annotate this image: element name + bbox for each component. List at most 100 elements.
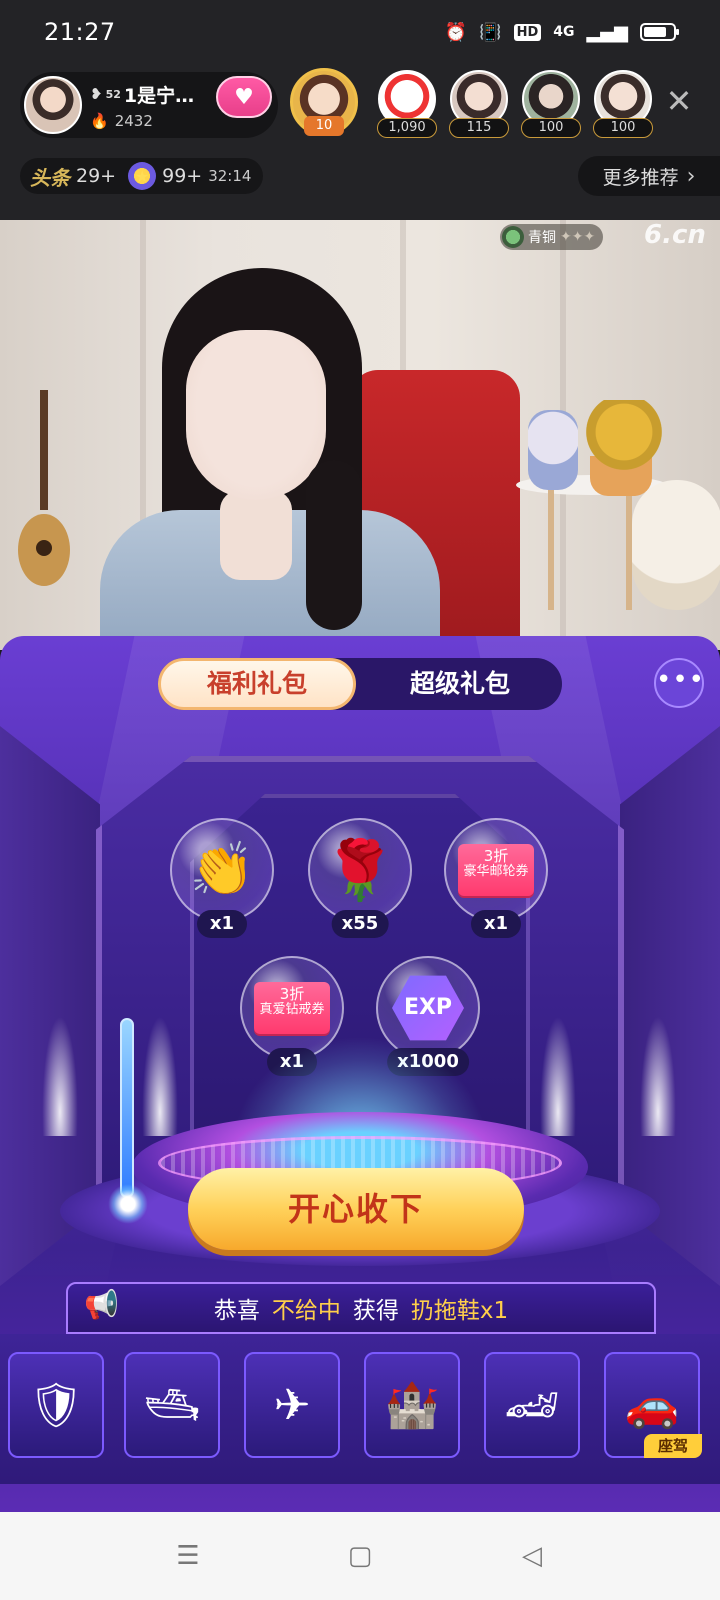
host-info: ❥ 52 1是宁… 🔥 2432	[90, 81, 194, 130]
audience-count: 100	[593, 118, 653, 138]
chevron-right-icon: ›	[686, 163, 696, 189]
showcase-card[interactable]: 🛡	[8, 1352, 104, 1458]
follow-button[interactable]: ♥	[216, 76, 272, 118]
congrats-item: 扔拖鞋x1	[410, 1298, 509, 1324]
energy-gauge	[120, 1018, 134, 1198]
headline-count: 29+	[76, 165, 117, 187]
streamer-face	[186, 330, 326, 500]
live-timer: 32:14	[208, 167, 252, 185]
streamer-neck	[220, 490, 292, 580]
more-recommend-label: 更多推荐	[602, 166, 679, 189]
red-sportscar-icon: 🏎	[504, 1380, 560, 1431]
rank-badge-value: 10	[304, 116, 344, 136]
host-avatar[interactable]	[24, 76, 82, 134]
showcase-card[interactable]: ✈	[244, 1352, 340, 1458]
gift-item[interactable]: 🌹 x55	[308, 818, 412, 954]
table-leg	[548, 490, 554, 610]
clapping-hands-icon: 👏	[189, 840, 255, 900]
gift-item[interactable]: 👏 x1	[170, 818, 274, 954]
heart-icon: ♥	[234, 84, 254, 110]
coupon-label: 真爱钻戒券	[259, 1002, 325, 1017]
package-tabs: 福利礼包 超级礼包	[158, 658, 562, 710]
tab-welfare-package[interactable]: 福利礼包	[158, 658, 356, 710]
spotlight	[142, 1016, 178, 1136]
gift-item[interactable]: 3折 豪华邮轮券 x1	[444, 818, 548, 954]
showcase-card[interactable]: 🏰	[364, 1352, 460, 1458]
level-icon: ❥	[90, 85, 103, 103]
network-label: 4G	[553, 24, 575, 40]
congrats-verb: 获得	[352, 1298, 399, 1324]
gift-bubble: 👏	[170, 818, 274, 922]
showcase-card[interactable]: 🛥	[124, 1352, 220, 1458]
coupon-discount: 3折	[483, 847, 509, 865]
plant	[584, 400, 664, 480]
rabbit-toy	[528, 410, 578, 490]
host-level: 52	[105, 87, 121, 101]
coupon-label: 豪华邮轮券	[463, 864, 529, 879]
showcase-card[interactable]: 🏎	[484, 1352, 580, 1458]
close-icon[interactable]: ✕	[662, 84, 696, 118]
plush-toy	[632, 480, 720, 610]
tag-pill[interactable]: 头条 29+ ★ 99+ 32:14	[20, 158, 264, 194]
showcase-card[interactable]: 🚗 座驾	[604, 1352, 702, 1458]
tab-super-package[interactable]: 超级礼包	[358, 658, 562, 710]
rose-icon: 🌹	[323, 836, 397, 904]
cruise-coupon-icon: 3折 豪华邮轮券	[458, 844, 534, 896]
gift-bubble: 3折 豪华邮轮券	[444, 818, 548, 922]
spotlight	[42, 1016, 78, 1136]
rank-stars-icon: ✦✦✦	[560, 229, 596, 245]
guitar-image	[18, 390, 70, 586]
airplane-icon: ✈	[273, 1379, 311, 1431]
anchor-rank: 青铜	[528, 230, 556, 246]
star-count: 99+	[162, 165, 203, 187]
status-icons: ⏰ 📳 HD 4G ▂▄▆	[445, 21, 679, 43]
signal-icon: ▂▄▆	[586, 21, 628, 43]
congrats-banner: 恭喜 不给中 获得 扔拖鞋x1	[66, 1282, 656, 1334]
back-icon[interactable]: ◁	[514, 1538, 550, 1574]
energy-gauge-glow	[108, 1184, 148, 1224]
spotlight	[540, 1016, 576, 1136]
host-heat-row: 🔥 2432	[90, 112, 194, 130]
mount-tag: 座驾	[644, 1434, 702, 1458]
status-time: 21:27	[44, 18, 116, 46]
menu-icon[interactable]: ☰	[170, 1538, 206, 1574]
more-options-button[interactable]: •••	[654, 658, 704, 708]
gift-quantity: x1	[197, 910, 247, 938]
vibrate-icon: 📳	[479, 21, 502, 43]
more-recommend-button[interactable]: 更多推荐 ›	[578, 156, 720, 196]
exp-gem-icon: EXP	[392, 975, 464, 1041]
yacht-icon: 🛥	[144, 1380, 200, 1431]
flame-icon: 🔥	[90, 111, 109, 130]
host-name-row: ❥ 52 1是宁…	[90, 81, 194, 108]
home-icon[interactable]: ▢	[342, 1538, 378, 1574]
gift-quantity: x55	[331, 910, 389, 938]
megaphone-icon: 📢	[84, 1288, 119, 1321]
live-header: ❥ 52 1是宁… 🔥 2432 ♥ 10 1,090 115 100 100 …	[0, 64, 720, 220]
gift-bubble: 🌹	[308, 818, 412, 922]
streamer-braid	[306, 460, 362, 630]
live-video[interactable]: 青铜 ✦✦✦ 6.cn	[0, 220, 720, 650]
status-bar: 21:27 ⏰ 📳 HD 4G ▂▄▆	[0, 0, 720, 64]
accept-button[interactable]: 开心收下	[188, 1168, 524, 1250]
castle-icon: 🏰	[384, 1380, 440, 1431]
congrats-prefix: 恭喜	[213, 1298, 260, 1324]
hd-badge: HD	[513, 23, 542, 41]
host-name: 1是宁…	[123, 84, 195, 107]
ring-coupon-icon: 3折 真爱钻戒券	[254, 982, 330, 1034]
headline-label: 头条	[30, 165, 70, 190]
congrats-user: 不给中	[271, 1298, 341, 1324]
star-icon: ★	[128, 162, 157, 190]
anchor-rank-tag[interactable]: 青铜 ✦✦✦	[500, 224, 604, 250]
battery-icon	[640, 23, 679, 41]
coupon-discount: 3折	[279, 985, 305, 1003]
host-heat: 2432	[114, 111, 153, 130]
watermark: 6.cn	[644, 220, 706, 250]
gift-quantity: x1	[471, 910, 521, 938]
spotlight	[640, 1016, 676, 1136]
system-nav-bar: ☰ ▢ ◁	[0, 1512, 720, 1600]
gift-showcase-row: 🛡 🛥 ✈ 🏰 🏎 🚗 座驾	[0, 1334, 720, 1484]
audience-count: 115	[449, 118, 509, 138]
silver-sportscar-icon: 🚗	[624, 1380, 680, 1431]
audience-count: 1,090	[377, 118, 437, 138]
rank-emblem-icon	[502, 226, 524, 248]
